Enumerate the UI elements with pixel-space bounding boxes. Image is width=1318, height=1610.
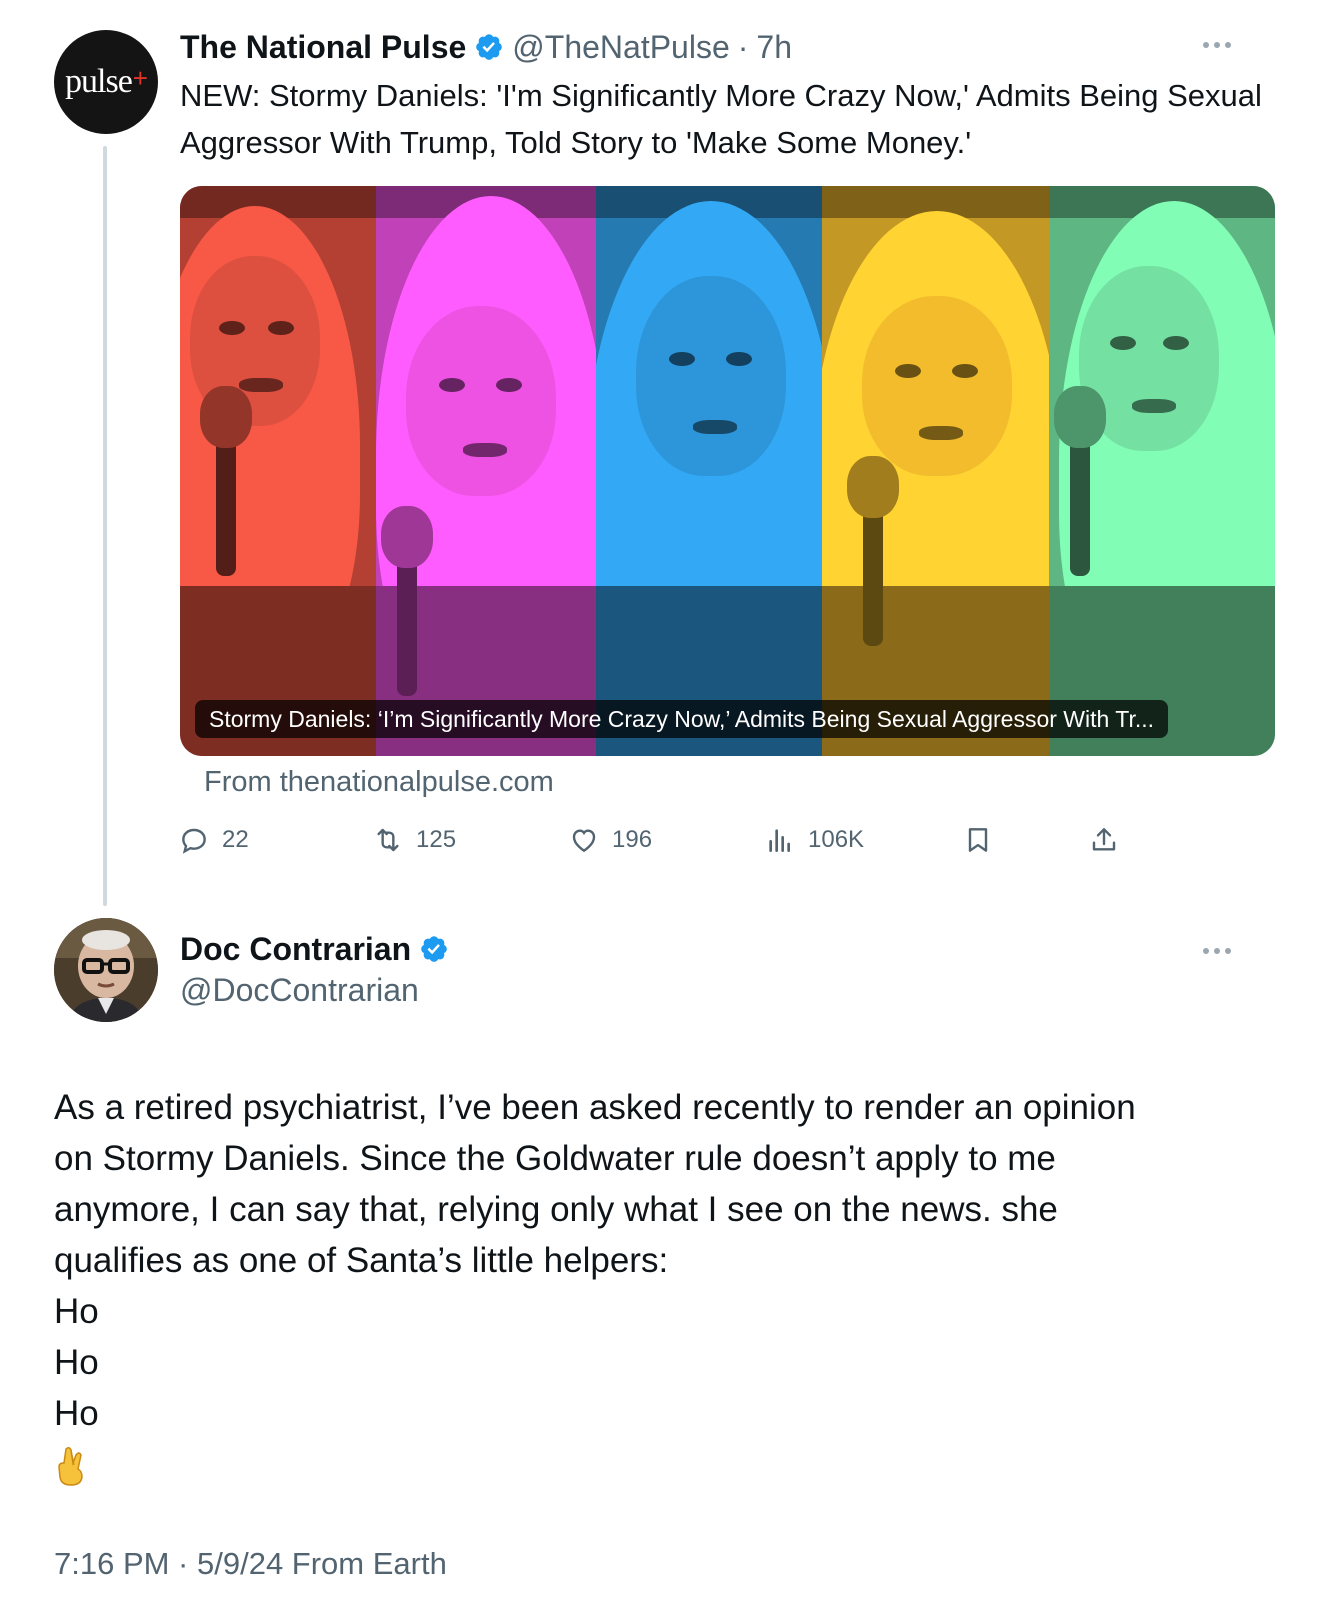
- tweet-text-line: anymore, I can say that, relying only wh…: [54, 1190, 1058, 1229]
- more-icon[interactable]: [1203, 42, 1231, 48]
- thread-connector-line: [103, 146, 107, 906]
- parent-tweet-text: NEW: Stormy Daniels: 'I'm Significantly …: [180, 78, 1262, 160]
- repost-button[interactable]: 125: [372, 818, 456, 862]
- share-button[interactable]: [1088, 818, 1120, 862]
- tweet-time[interactable]: 7h: [756, 29, 792, 66]
- image-panel-green: [1049, 186, 1275, 756]
- repost-icon: [377, 828, 399, 852]
- like-button[interactable]: 196: [568, 818, 652, 862]
- panel-eye-right: [268, 320, 294, 335]
- views-button[interactable]: 106K: [764, 818, 864, 862]
- reply-author-handle[interactable]: @DocContrarian: [180, 972, 419, 1009]
- reply-icon: [182, 828, 206, 854]
- tweet-text-line: Ho: [54, 1394, 99, 1433]
- panel-eye-right: [726, 352, 752, 366]
- reply-tweet-header: Doc Contrarian: [180, 928, 449, 970]
- image-panel-pink: [376, 186, 596, 756]
- tweet-text-line: Ho: [54, 1292, 99, 1331]
- like-count: 196: [612, 826, 653, 853]
- panel-microphone-handle: [216, 436, 236, 576]
- author-handle[interactable]: @TheNatPulse: [512, 29, 729, 66]
- views-count: 106K: [808, 826, 865, 853]
- reply-tweet-text: As a retired psychiatrist, I’ve been ask…: [54, 1082, 1294, 1487]
- verified-icon: [421, 936, 447, 962]
- panel-face: [636, 276, 786, 476]
- tweet-actions-bar: 22 125 196 106K: [178, 818, 1178, 862]
- reply-count: 22: [222, 826, 249, 853]
- link-card-source[interactable]: From thenationalpulse.com: [204, 766, 554, 799]
- image-panel-red: [180, 186, 376, 756]
- panel-eye-left: [218, 320, 245, 335]
- panel-mouth: [1132, 399, 1177, 414]
- bookmark-button[interactable]: [962, 818, 994, 862]
- panel-microphone-head: [1054, 386, 1106, 448]
- tweet-timestamp[interactable]: 7:16 PM · 5/9/24 From Earth: [54, 1546, 447, 1582]
- panel-mouth: [239, 378, 284, 393]
- panel-microphone-handle: [863, 506, 883, 646]
- views-icon: [769, 829, 790, 852]
- panel-mouth: [693, 420, 737, 434]
- tweet-text-line: on Stormy Daniels. Since the Goldwater r…: [54, 1139, 1056, 1178]
- national-pulse-avatar[interactable]: pulse +: [54, 30, 158, 134]
- panel-microphone-head: [847, 456, 899, 518]
- parent-tweet-header: The National Pulse @TheNatPulse · 7h: [180, 26, 792, 68]
- link-card-image[interactable]: Stormy Daniels: ‘I’m Significantly More …: [180, 186, 1275, 756]
- doc-contrarian-avatar[interactable]: [54, 918, 158, 1022]
- avatar-logo-plus: +: [132, 62, 148, 93]
- reply-button[interactable]: 22: [178, 818, 249, 862]
- panel-microphone-head: [200, 386, 252, 448]
- tweet-text-line: Ho: [54, 1343, 99, 1382]
- header-separator: ·: [737, 28, 749, 65]
- panel-face: [862, 296, 1012, 476]
- share-icon: [1092, 828, 1116, 851]
- image-panel-yellow: [822, 186, 1049, 756]
- verified-icon: [476, 34, 503, 60]
- more-icon[interactable]: [1203, 948, 1231, 954]
- link-card-caption: Stormy Daniels: ‘I’m Significantly More …: [195, 700, 1169, 738]
- panel-microphone-handle: [1070, 436, 1090, 576]
- reply-author-display-name[interactable]: Doc Contrarian: [180, 931, 411, 968]
- author-display-name[interactable]: The National Pulse: [180, 29, 466, 66]
- avatar-logo-text: pulse: [65, 63, 133, 100]
- panel-face: [406, 306, 556, 496]
- panel-microphone-handle: [397, 556, 417, 696]
- crossed-fingers-emoji: [58, 1446, 83, 1486]
- avatar-portrait-image: [54, 918, 158, 1022]
- panel-eye-left: [669, 352, 695, 366]
- image-panel-blue: [596, 186, 822, 756]
- panel-mouth: [463, 442, 507, 457]
- tweet-text-line: qualifies as one of Santa’s little helpe…: [54, 1241, 669, 1280]
- tweet-text-line: As a retired psychiatrist, I’ve been ask…: [54, 1088, 1136, 1127]
- repost-count: 125: [416, 826, 457, 853]
- like-icon: [572, 829, 596, 853]
- bookmark-icon: [968, 828, 988, 852]
- panel-microphone-head: [381, 506, 433, 568]
- panel-mouth: [919, 425, 963, 440]
